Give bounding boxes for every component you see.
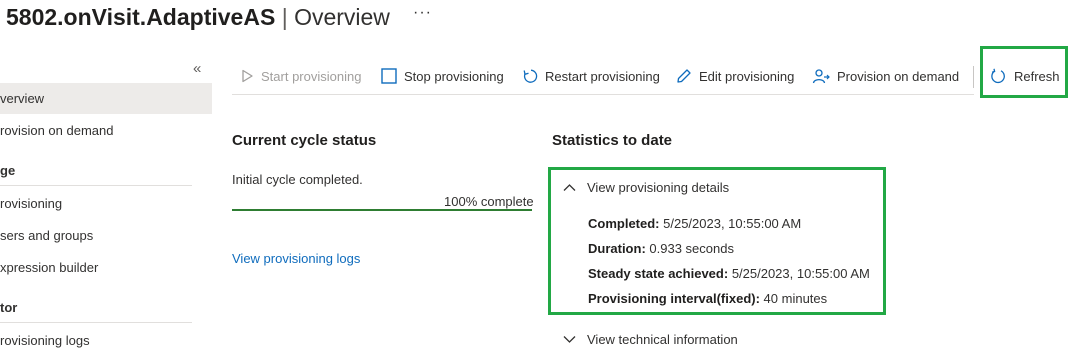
duration-row: Duration: 0.933 seconds [588,241,734,256]
progress-bar-fill [232,209,532,211]
more-icon[interactable]: ··· [413,4,432,22]
edit-provisioning-label: Edit provisioning [699,68,795,84]
app-name: 5802.onVisit.AdaptiveAS [6,4,276,30]
sidebar-item-provisioning-logs[interactable]: rovisioning logs [0,325,212,356]
statistics-heading: Statistics to date [552,132,673,149]
view-technical-information-label: View technical information [587,332,738,347]
sidebar-item-label: rovisioning [0,196,63,211]
cycle-status-text: Initial cycle completed. [232,172,363,187]
restart-provisioning-button[interactable]: Restart provisioning [522,62,660,90]
sidebar-item-provision-on-demand[interactable]: rovision on demand [0,115,212,146]
sidebar-group-monitor: tor [0,300,18,315]
chevron-down-icon [563,332,576,347]
completed-row: Completed: 5/25/2023, 10:55:00 AM [588,216,801,231]
refresh-icon [990,68,1007,85]
start-provisioning-label: Start provisioning [261,68,362,84]
steady-state-label: Steady state achieved: [588,266,729,281]
sidebar-item-label: rovisioning logs [0,333,90,348]
sidebar-item-label: sers and groups [0,228,94,243]
sidebar-item-label: rovision on demand [0,123,114,138]
progress-label: 100% complete [444,194,534,209]
sidebar-item-label: verview [0,91,45,106]
title-separator: | [281,4,288,30]
sidebar-group-manage: ge [0,163,16,178]
interval-value: 40 minutes [763,291,828,306]
refresh-label: Refresh [1014,68,1060,84]
sidebar-item-expression-builder[interactable]: xpression builder [0,252,212,283]
sidebar-item-users-and-groups[interactable]: sers and groups [0,220,212,251]
restart-icon [522,68,538,84]
sidebar-item-overview[interactable]: verview [0,83,212,114]
view-provisioning-logs-link[interactable]: View provisioning logs [232,251,360,266]
page-name: Overview [294,4,390,30]
start-provisioning-button[interactable]: Start provisioning [240,62,361,90]
toolbar-border [232,94,974,95]
progress-bar [232,209,532,211]
refresh-button[interactable]: Refresh [990,62,1060,90]
sidebar-item-provisioning[interactable]: rovisioning [0,188,212,219]
play-icon [240,69,254,83]
page-title: 5802.onVisit.AdaptiveAS | Overview [6,4,390,31]
completed-value: 5/25/2023, 10:55:00 AM [663,216,802,231]
stop-provisioning-label: Stop provisioning [404,68,504,84]
duration-value: 0.933 seconds [649,241,734,256]
completed-label: Completed: [588,216,660,231]
toolbar-divider [973,66,974,88]
chevron-up-icon [563,180,576,195]
view-technical-information-toggle[interactable]: View technical information [563,332,738,347]
steady-state-row: Steady state achieved: 5/25/2023, 10:55:… [588,266,870,281]
view-provisioning-details-label: View provisioning details [587,180,730,195]
provision-user-icon [812,68,830,84]
provision-on-demand-button[interactable]: Provision on demand [812,62,959,90]
sidebar-divider [0,185,192,186]
interval-row: Provisioning interval(fixed): 40 minutes [588,291,827,306]
interval-label: Provisioning interval(fixed): [588,291,760,306]
steady-state-value: 5/25/2023, 10:55:00 AM [731,266,870,281]
restart-provisioning-label: Restart provisioning [545,68,660,84]
view-provisioning-details-toggle[interactable]: View provisioning details [563,180,729,195]
edit-icon [676,68,692,84]
collapse-icon[interactable]: « [193,60,201,77]
duration-label: Duration: [588,241,646,256]
stop-provisioning-button[interactable]: Stop provisioning [381,62,504,90]
edit-provisioning-button[interactable]: Edit provisioning [676,62,794,90]
provision-on-demand-label: Provision on demand [837,68,960,84]
cycle-status-heading: Current cycle status [232,132,377,149]
stop-icon [381,68,397,84]
sidebar-divider [0,322,192,323]
sidebar-item-label: xpression builder [0,260,99,275]
